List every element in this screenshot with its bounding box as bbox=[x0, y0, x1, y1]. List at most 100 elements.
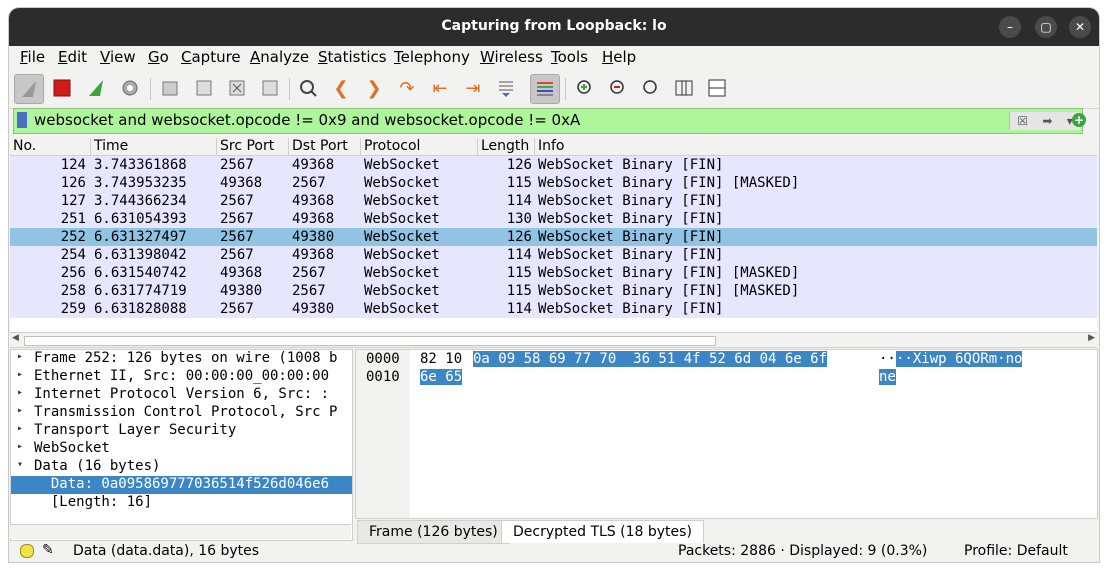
details-scrollbar[interactable] bbox=[10, 524, 351, 539]
restart-capture-icon[interactable] bbox=[82, 74, 110, 102]
apply-filter-icon[interactable]: ➡ bbox=[1042, 114, 1052, 128]
maximize-button[interactable]: ▢ bbox=[1035, 16, 1057, 38]
zoom-in-icon[interactable] bbox=[571, 74, 599, 102]
col-length[interactable]: Length bbox=[477, 138, 529, 155]
collapsed-arrow-icon[interactable]: ▸ bbox=[17, 405, 23, 416]
stop-capture-icon[interactable] bbox=[48, 74, 76, 102]
collapsed-arrow-icon[interactable]: ▸ bbox=[17, 441, 23, 452]
packet-cell-dst: 49368 bbox=[292, 211, 335, 227]
packet-cell-time: 6.631774719 bbox=[94, 283, 187, 299]
detail-tree-item[interactable]: ▸ Transmission Control Protocol, Src P bbox=[11, 404, 352, 422]
menu-analyze[interactable]: Analyze bbox=[250, 48, 309, 66]
col-protocol[interactable]: Protocol bbox=[360, 138, 420, 155]
minimize-button[interactable]: – bbox=[999, 16, 1021, 38]
colorize-icon[interactable] bbox=[530, 74, 560, 104]
edit-comment-icon[interactable]: ✎ bbox=[42, 542, 54, 558]
packet-cell-src: 2567 bbox=[220, 247, 254, 263]
save-file-icon[interactable] bbox=[190, 74, 218, 102]
packet-row[interactable]: 124 3.743361868 2567 49368 WebSocket 126 WebSo… bbox=[10, 156, 1097, 174]
packet-cell-proto: WebSocket bbox=[364, 157, 440, 173]
detail-tree-item[interactable]: ▸ Internet Protocol Version 6, Src: : bbox=[11, 386, 352, 404]
col-time[interactable]: Time bbox=[90, 138, 128, 155]
packet-bytes-layout-icon[interactable] bbox=[703, 74, 731, 102]
reload-file-icon[interactable] bbox=[256, 74, 284, 102]
main-toolbar: ❮ ❯ ↷ ⇤ ⇥ bbox=[9, 70, 1099, 109]
hex-bytes[interactable]: 82 10 bbox=[420, 351, 462, 367]
close-button[interactable]: ✕ bbox=[1069, 16, 1091, 38]
zoom-out-icon[interactable] bbox=[604, 74, 632, 102]
packet-row[interactable]: 259 6.631828088 2567 49380 WebSocket 114 WebSo… bbox=[10, 300, 1097, 318]
close-file-icon[interactable] bbox=[223, 74, 251, 102]
packet-cell-len: 114 bbox=[506, 301, 532, 317]
display-filter-bar[interactable]: websocket and websocket.opcode != 0x9 an… bbox=[13, 108, 1083, 134]
detail-tree-text: Transmission Control Protocol, Src P bbox=[34, 404, 338, 420]
menu-go[interactable]: Go bbox=[148, 48, 169, 66]
col-dst-port[interactable]: Dst Port bbox=[288, 138, 348, 155]
menu-capture[interactable]: Capture bbox=[181, 48, 241, 66]
detail-tree-item[interactable]: ▸ Frame 252: 126 bytes on wire (1008 b bbox=[11, 350, 352, 368]
detail-tree-item[interactable]: ▾ Data (16 bytes) bbox=[11, 458, 352, 476]
detail-tree-text: Frame 252: 126 bytes on wire (1008 b bbox=[34, 350, 338, 366]
packet-cell-info: WebSocket Binary [FIN] [MASKED] bbox=[538, 283, 800, 299]
add-filter-button-icon[interactable]: + bbox=[1072, 113, 1086, 127]
packet-row[interactable]: 252 6.631327497 2567 49380 WebSocket 126 WebSo… bbox=[10, 228, 1097, 246]
previous-packet-icon[interactable]: ❮ bbox=[327, 74, 355, 102]
packet-cell-no: 251 bbox=[60, 211, 86, 227]
start-capture-icon[interactable] bbox=[14, 74, 44, 104]
bookmark-icon[interactable] bbox=[17, 112, 27, 128]
detail-tree-item[interactable]: ▸ WebSocket bbox=[11, 440, 352, 458]
collapsed-arrow-icon[interactable]: ▸ bbox=[17, 369, 23, 380]
packet-row[interactable]: 258 6.631774719 49380 2567 WebSocket 115 WebSo… bbox=[10, 282, 1097, 300]
capture-options-icon[interactable] bbox=[116, 74, 144, 102]
menu-edit[interactable]: Edit bbox=[58, 48, 87, 66]
packet-cell-proto: WebSocket bbox=[364, 301, 440, 317]
menu-statistics[interactable]: Statistics bbox=[318, 48, 387, 66]
scrollbar-thumb[interactable] bbox=[24, 336, 716, 346]
last-packet-icon[interactable]: ⇥ bbox=[459, 74, 487, 102]
packet-cell-proto: WebSocket bbox=[364, 211, 440, 227]
detail-tree-item[interactable]: ▸ Transport Layer Security bbox=[11, 422, 352, 440]
packet-list-scrollbar[interactable]: ◀ ▶ bbox=[10, 332, 1097, 348]
menu-tools[interactable]: Tools bbox=[551, 48, 588, 66]
display-filter-input[interactable]: websocket and websocket.opcode != 0x9 an… bbox=[34, 111, 580, 129]
packet-row[interactable]: 127 3.744366234 2567 49368 WebSocket 114 WebSo… bbox=[10, 192, 1097, 210]
menu-help[interactable]: Help bbox=[602, 48, 636, 66]
next-packet-icon[interactable]: ❯ bbox=[360, 74, 388, 102]
detail-tree-item[interactable]: ▸ Ethernet II, Src: 00:00:00_00:00:00 bbox=[11, 368, 352, 386]
expert-info-icon[interactable] bbox=[20, 544, 34, 558]
menu-file[interactable]: File bbox=[20, 48, 45, 66]
packet-cell-info: WebSocket Binary [FIN] bbox=[538, 229, 724, 245]
detail-tree-item[interactable]: Data: 0a095869777036514f526d046e6 bbox=[11, 476, 352, 494]
packet-cell-src: 49368 bbox=[220, 175, 263, 191]
hex-bytes-highlight[interactable]: 6e 65 bbox=[420, 369, 463, 385]
col-info[interactable]: Info bbox=[534, 138, 565, 155]
collapsed-arrow-icon[interactable]: ▸ bbox=[17, 423, 23, 434]
ascii-bytes-highlight[interactable]: ne bbox=[879, 369, 896, 385]
first-packet-icon[interactable]: ⇤ bbox=[426, 74, 454, 102]
find-packet-icon[interactable] bbox=[294, 74, 322, 102]
packet-row[interactable]: 126 3.743953235 49368 2567 WebSocket 115 WebSo… bbox=[10, 174, 1097, 192]
menu-wireless[interactable]: Wireless bbox=[480, 48, 543, 66]
packet-row[interactable]: 256 6.631540742 49368 2567 WebSocket 115 WebSo… bbox=[10, 264, 1097, 282]
autoscroll-icon[interactable] bbox=[492, 74, 520, 102]
normal-size-icon[interactable] bbox=[637, 74, 665, 102]
collapsed-arrow-icon[interactable]: ▸ bbox=[17, 351, 23, 362]
expanded-arrow-icon[interactable]: ▾ bbox=[17, 459, 23, 470]
detail-tree-item[interactable]: [Length: 16] bbox=[11, 494, 352, 512]
collapsed-arrow-icon[interactable]: ▸ bbox=[17, 387, 23, 398]
packet-row[interactable]: 254 6.631398042 2567 49368 WebSocket 114 WebSo… bbox=[10, 246, 1097, 264]
packet-row[interactable]: 251 6.631054393 2567 49368 WebSocket 130 WebSo… bbox=[10, 210, 1097, 228]
tab-decrypted-tls[interactable]: Decrypted TLS (18 bytes) bbox=[501, 520, 704, 543]
menu-telephony[interactable]: Telephony bbox=[394, 48, 470, 66]
menu-view[interactable]: View bbox=[100, 48, 136, 66]
clear-filter-icon[interactable]: ☒ bbox=[1017, 114, 1028, 128]
go-to-packet-icon[interactable]: ↷ bbox=[393, 74, 421, 102]
status-profile[interactable]: Profile: Default bbox=[964, 543, 1068, 559]
col-src-port[interactable]: Src Port bbox=[216, 138, 274, 155]
resize-columns-icon[interactable] bbox=[670, 74, 698, 102]
hex-bytes-highlight[interactable]: 0a 09 58 69 77 70 36 51 4f 52 6d 04 6e 6… bbox=[473, 351, 828, 367]
open-file-icon[interactable] bbox=[156, 74, 184, 102]
ascii-bytes[interactable]: ·· bbox=[879, 351, 896, 367]
ascii-bytes-highlight[interactable]: ··Xiwp 6QORm·no bbox=[896, 351, 1023, 367]
col-no[interactable]: No. bbox=[10, 138, 36, 155]
